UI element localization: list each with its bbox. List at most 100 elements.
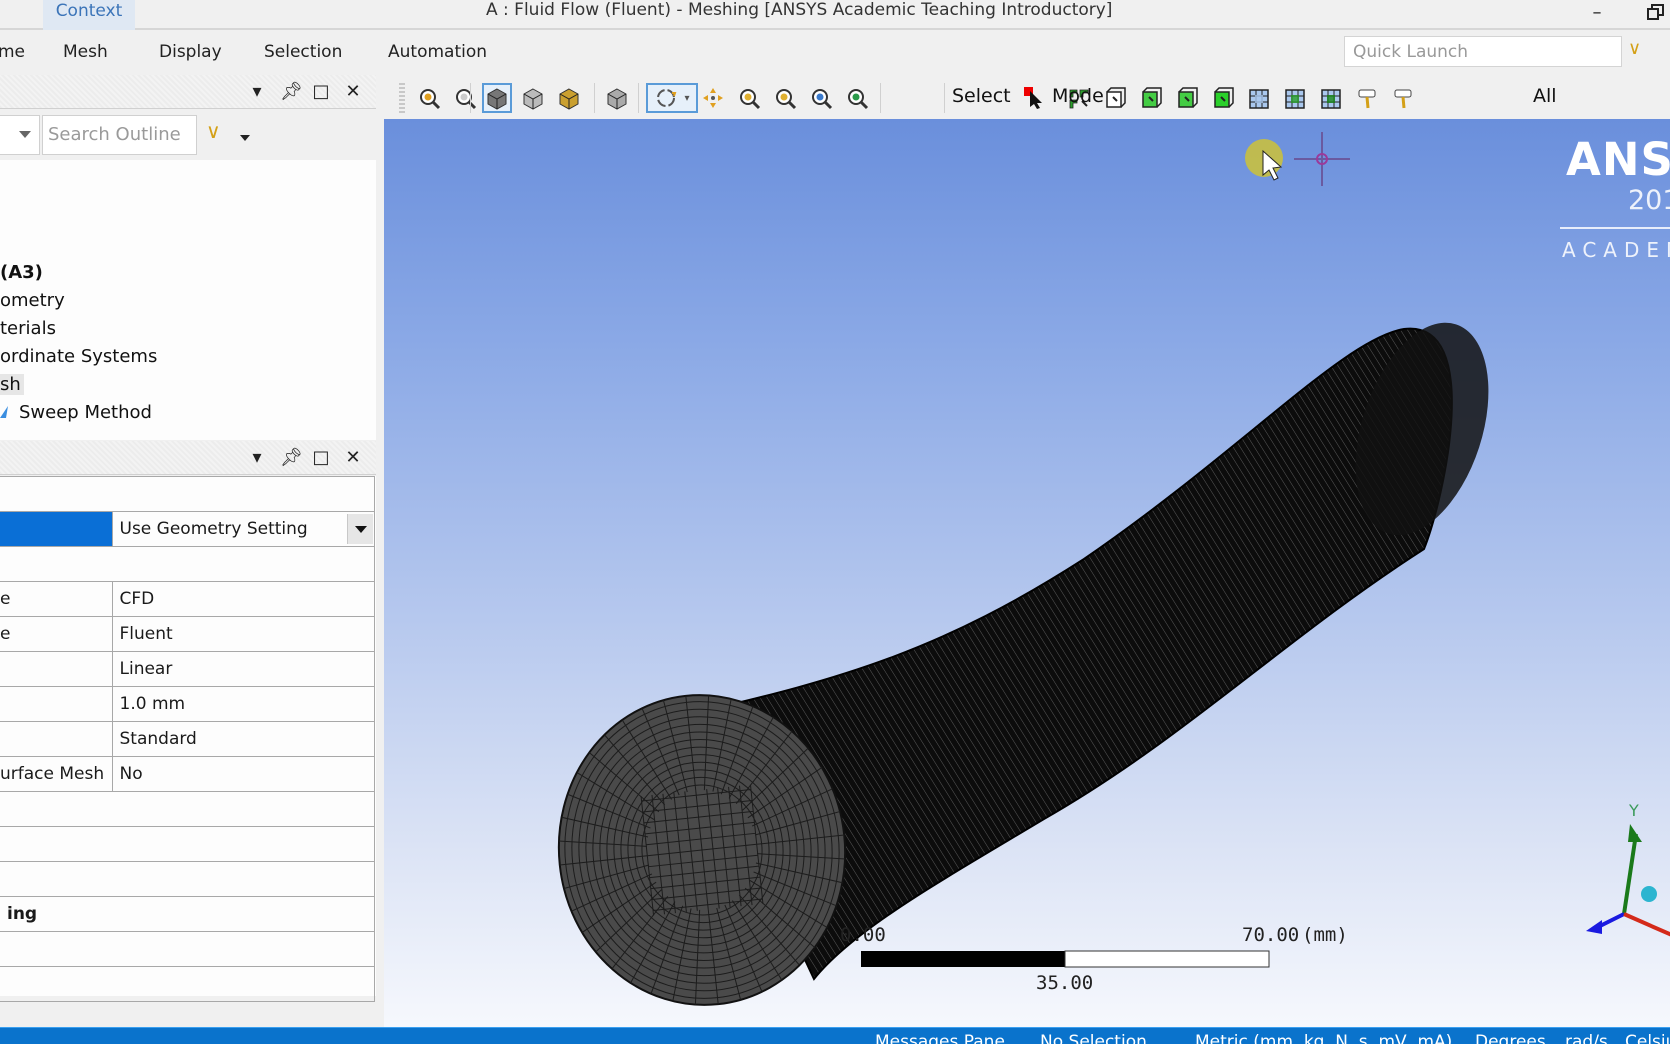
select-element-icon[interactable] (1208, 83, 1238, 113)
mode-dropdown[interactable]: Mode (1052, 85, 1104, 107)
menu-mesh[interactable]: Mesh (63, 42, 108, 62)
details-row[interactable] (0, 966, 375, 1002)
context-tab[interactable]: Context (43, 0, 135, 30)
tree-item-mesh[interactable]: sh (0, 374, 24, 395)
extend-all-icon[interactable] (1388, 83, 1418, 113)
close-icon[interactable]: ✕ (344, 81, 362, 102)
box-zoom-icon[interactable] (770, 83, 800, 113)
minimize-button[interactable]: – (1585, 2, 1609, 23)
menu-selection[interactable]: Selection (264, 42, 342, 62)
zoom-next-icon[interactable] (450, 83, 480, 113)
details-value[interactable]: No (112, 756, 375, 792)
title-bar: Context A : Fluid Flow (Fluent) - Meshin… (0, 0, 1670, 30)
scale-mid-label: 35.00 (1036, 972, 1093, 994)
details-row[interactable]: urface Mesh No (0, 756, 375, 792)
details-key (0, 651, 113, 687)
fit-icon[interactable] (602, 83, 632, 113)
zoom-to-fit-icon[interactable] (806, 83, 836, 113)
outline-filter-dropdown[interactable] (0, 115, 40, 155)
details-row[interactable] (0, 931, 375, 967)
details-pane-header: ▾ 📌︎ □ ✕ (0, 441, 376, 475)
zoom-previous-icon[interactable] (414, 83, 444, 113)
outline-tree: (A3) ometry terials ordinate Systems sh … (0, 160, 376, 440)
details-key (0, 721, 113, 757)
graphics-viewport[interactable]: 0.00 70.00 (mm) 35.00 Y ANSYS 2019 ACADE… (384, 119, 1670, 1027)
sweep-method-icon (0, 406, 8, 418)
select-element-body-icon[interactable] (1280, 83, 1310, 113)
maximize-icon[interactable]: □ (312, 447, 330, 468)
mesh-view: 0.00 70.00 (mm) 35.00 Y (552, 132, 1670, 1010)
outline-search-input[interactable]: Search Outline (42, 115, 197, 155)
tree-item-model[interactable]: (A3) (0, 262, 43, 283)
coordinate-pick-icon[interactable] (1316, 83, 1346, 113)
select-element-face-icon[interactable] (1244, 83, 1274, 113)
details-row[interactable] (0, 546, 375, 582)
details-empty-cell (0, 931, 375, 967)
ansys-logo-brand: ANSYS (1566, 133, 1670, 186)
select-body-icon[interactable] (1172, 83, 1202, 113)
details-row[interactable] (0, 861, 375, 897)
toolbar-separator (880, 83, 881, 113)
details-value[interactable]: Fluent (112, 616, 375, 652)
magnify-icon[interactable] (842, 83, 872, 113)
dropdown-arrow-icon[interactable] (347, 514, 373, 544)
details-row[interactable] (0, 826, 375, 862)
details-value[interactable]: CFD (112, 581, 375, 617)
menu-display[interactable]: Display (159, 42, 222, 62)
search-options-chevron-icon[interactable]: ∨ (206, 119, 221, 143)
scale-bar-empty (1064, 950, 1270, 968)
pane-menu-icon[interactable]: ▾ (248, 447, 266, 468)
details-empty-cell (0, 791, 375, 827)
scale-min-label: 0.00 (840, 924, 886, 946)
view-orient-icon[interactable] (554, 83, 584, 113)
search-menu-dropdown-icon[interactable] (240, 135, 250, 141)
details-row[interactable] (0, 476, 375, 512)
quick-launch-input[interactable]: Quick Launch (1344, 36, 1622, 67)
close-icon[interactable]: ✕ (344, 447, 362, 468)
pan-icon[interactable] (698, 83, 728, 113)
shaded-view-icon[interactable] (518, 83, 548, 113)
node-id-icon[interactable] (1352, 83, 1382, 113)
details-row[interactable] (0, 791, 375, 827)
rotate-icon[interactable]: ▾ (646, 83, 698, 113)
tree-item-geometry[interactable]: ometry (0, 290, 65, 311)
details-dropdown[interactable]: Use Geometry Setting (112, 511, 375, 547)
zoom-icon[interactable] (734, 83, 764, 113)
details-value[interactable]: Linear (112, 651, 375, 687)
isometric-view-icon[interactable] (482, 83, 512, 113)
pin-icon[interactable]: 📌︎ (280, 447, 303, 468)
select-face-icon[interactable] (1136, 83, 1166, 113)
details-value[interactable]: 1.0 mm (112, 686, 375, 722)
details-row[interactable]: Standard (0, 721, 375, 757)
select-edge-icon[interactable] (1100, 83, 1130, 113)
status-messages-pane[interactable]: Messages Pane (875, 1032, 1005, 1044)
rotate-dropdown-icon[interactable]: ▾ (684, 93, 689, 104)
menu-home[interactable]: me (0, 42, 25, 62)
tree-item-materials[interactable]: terials (0, 318, 56, 339)
details-value[interactable]: Standard (112, 721, 375, 757)
select-button[interactable]: Select (952, 85, 1011, 107)
pane-menu-icon[interactable]: ▾ (248, 81, 266, 102)
details-row[interactable]: ing (0, 896, 375, 932)
details-key: e (0, 616, 113, 652)
status-unit-system[interactable]: Metric (mm, kg, N, s, mV, mA) (1195, 1032, 1452, 1044)
status-temperature-unit[interactable]: Celsius (1625, 1032, 1670, 1044)
quick-launch-chevron-icon[interactable]: ∨ (1628, 38, 1641, 59)
pin-icon[interactable]: 📌︎ (280, 81, 303, 102)
details-value-text: CFD (119, 589, 155, 609)
extend-all-button[interactable]: All (1533, 85, 1557, 107)
tree-item-coordinate-systems[interactable]: ordinate Systems (0, 346, 157, 367)
status-rotation-unit[interactable]: rad/s (1565, 1032, 1608, 1044)
details-row[interactable]: 1.0 mm (0, 686, 375, 722)
menu-automation[interactable]: Automation (388, 42, 487, 62)
details-row[interactable]: e CFD (0, 581, 375, 617)
maximize-icon[interactable]: □ (312, 81, 330, 102)
restore-window-icon[interactable] (1646, 2, 1666, 22)
details-row[interactable]: e Fluent (0, 616, 375, 652)
details-row[interactable]: Use Geometry Setting (0, 511, 375, 547)
toolbar-grip[interactable] (399, 83, 405, 113)
details-row[interactable]: Linear (0, 651, 375, 687)
status-angle-unit[interactable]: Degrees (1475, 1032, 1546, 1044)
mode-select-icon[interactable] (1022, 85, 1046, 109)
tree-item-sweep-method[interactable]: Sweep Method (19, 402, 152, 423)
